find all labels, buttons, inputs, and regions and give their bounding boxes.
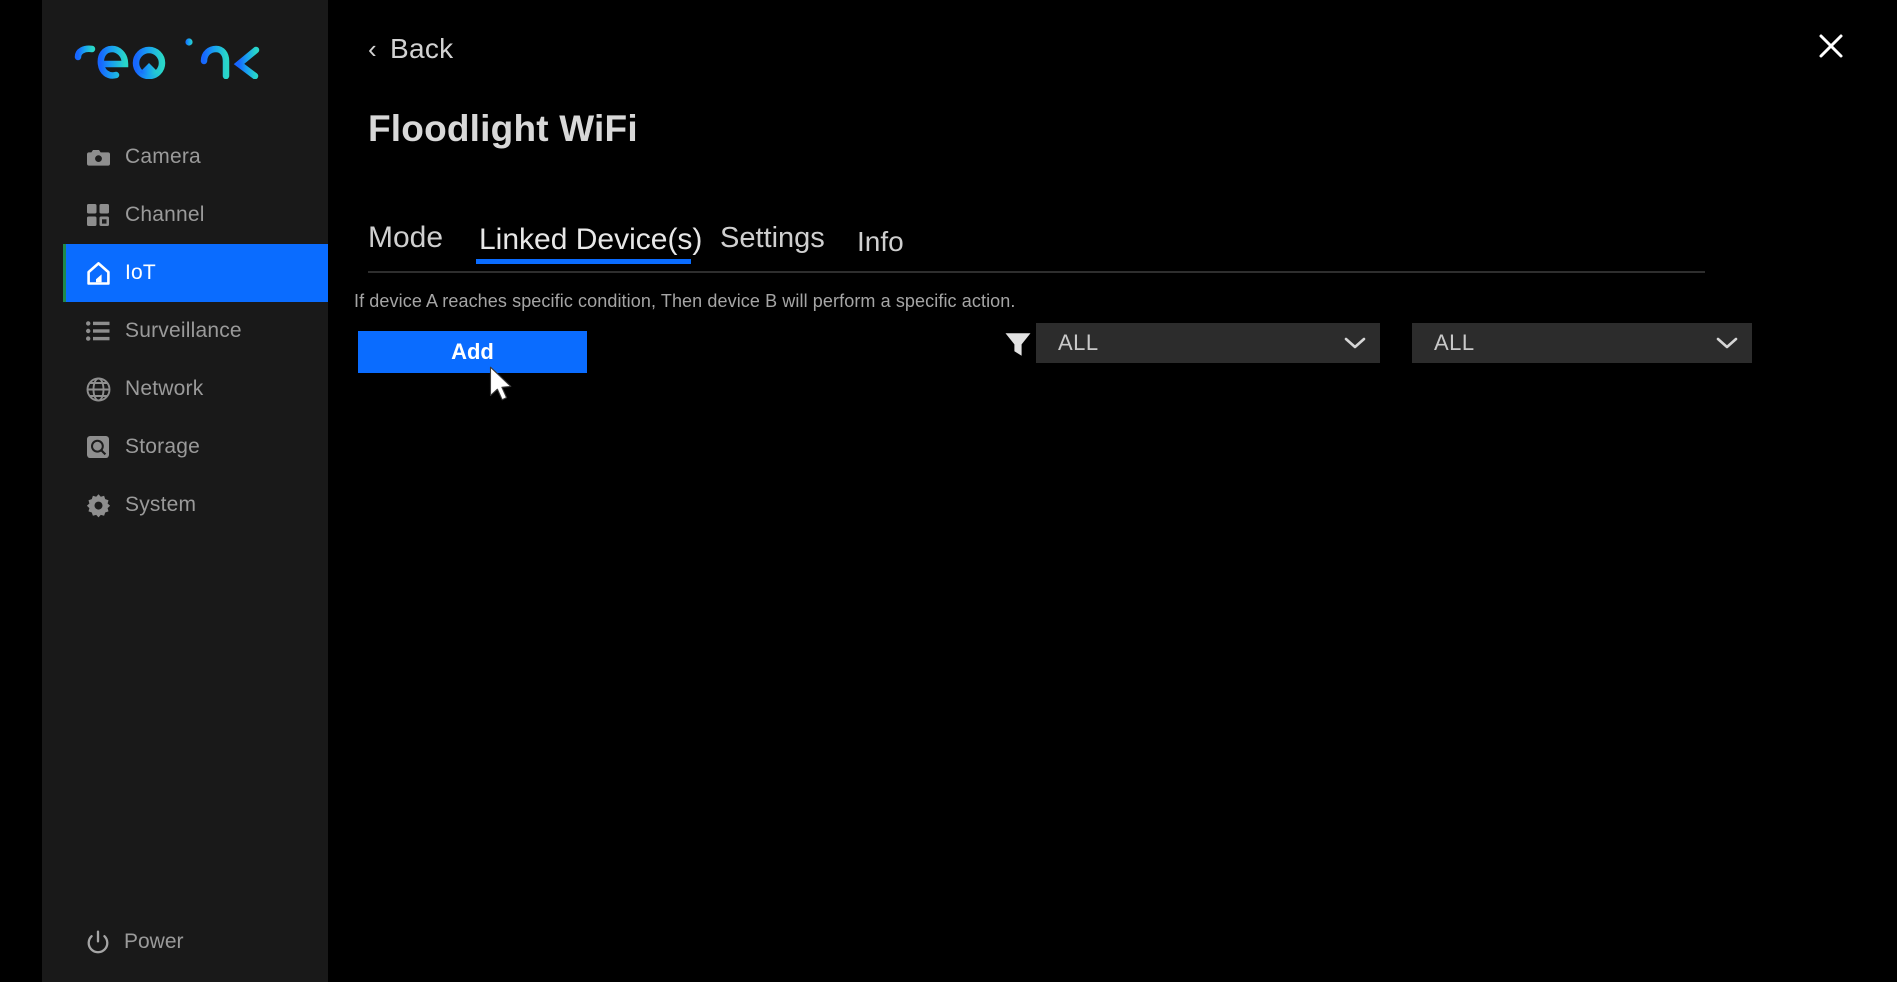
- sidebar-item-channel[interactable]: Channel: [63, 186, 328, 244]
- sidebar-item-label: Network: [125, 377, 204, 400]
- tab-mode[interactable]: Mode: [368, 221, 443, 255]
- filter-dropdown-2[interactable]: ALL: [1412, 323, 1752, 363]
- sidebar-item-iot[interactable]: IoT: [63, 244, 328, 302]
- list-icon: [85, 318, 111, 344]
- sidebar-item-label: Camera: [125, 145, 201, 168]
- reolink-logo: [70, 30, 270, 82]
- dropdown-value: ALL: [1434, 330, 1475, 355]
- grid-icon: [85, 202, 111, 228]
- filter-dropdown-1[interactable]: ALL: [1036, 323, 1380, 363]
- chevron-left-icon: ‹: [368, 34, 377, 64]
- main-content: ‹ Back Floodlight WiFi Mode Linked Devic…: [328, 0, 1897, 982]
- sidebar-item-system[interactable]: System: [63, 476, 328, 534]
- back-button[interactable]: ‹ Back: [368, 33, 453, 65]
- add-button[interactable]: Add: [358, 331, 587, 373]
- sidebar-item-label: System: [125, 493, 197, 516]
- hard-drive-icon: [85, 434, 111, 460]
- active-tab-underline: [476, 259, 691, 264]
- power-icon: [85, 929, 111, 955]
- chevron-down-icon: [1716, 332, 1738, 354]
- filter-icon[interactable]: [1001, 328, 1035, 362]
- sidebar-item-power[interactable]: Power: [63, 916, 328, 968]
- gear-icon: [85, 492, 111, 518]
- app-window: Camera Channel IoT Surveillance Network …: [0, 0, 1897, 982]
- sidebar-item-label: Channel: [125, 203, 205, 226]
- close-icon: [1819, 34, 1843, 58]
- page-title: Floodlight WiFi: [368, 108, 638, 149]
- sidebar-item-camera[interactable]: Camera: [63, 128, 328, 186]
- sidebar-item-label: Power: [124, 930, 184, 953]
- home-icon: [85, 260, 111, 286]
- dropdown-value: ALL: [1058, 330, 1099, 355]
- globe-icon: [85, 376, 111, 402]
- camera-icon: [85, 144, 111, 170]
- sidebar-item-surveillance[interactable]: Surveillance: [63, 302, 328, 360]
- tab-separator: [368, 271, 1705, 273]
- tab-linked-devices[interactable]: Linked Device(s): [479, 223, 702, 257]
- sidebar-item-label: IoT: [125, 261, 156, 284]
- tab-info[interactable]: Info: [857, 226, 904, 258]
- description-text: If device A reaches specific condition, …: [354, 291, 1016, 311]
- sidebar-item-storage[interactable]: Storage: [63, 418, 328, 476]
- sidebar-item-label: Storage: [125, 435, 200, 458]
- close-button[interactable]: [1813, 28, 1849, 64]
- sidebar-item-label: Surveillance: [125, 319, 242, 342]
- tab-bar: Mode Linked Device(s) Settings Info: [368, 203, 1748, 271]
- sidebar-item-network[interactable]: Network: [63, 360, 328, 418]
- chevron-down-icon: [1344, 332, 1366, 354]
- tab-settings[interactable]: Settings: [720, 222, 825, 255]
- sidebar: Camera Channel IoT Surveillance Network …: [42, 0, 328, 982]
- back-button-label: Back: [389, 33, 454, 64]
